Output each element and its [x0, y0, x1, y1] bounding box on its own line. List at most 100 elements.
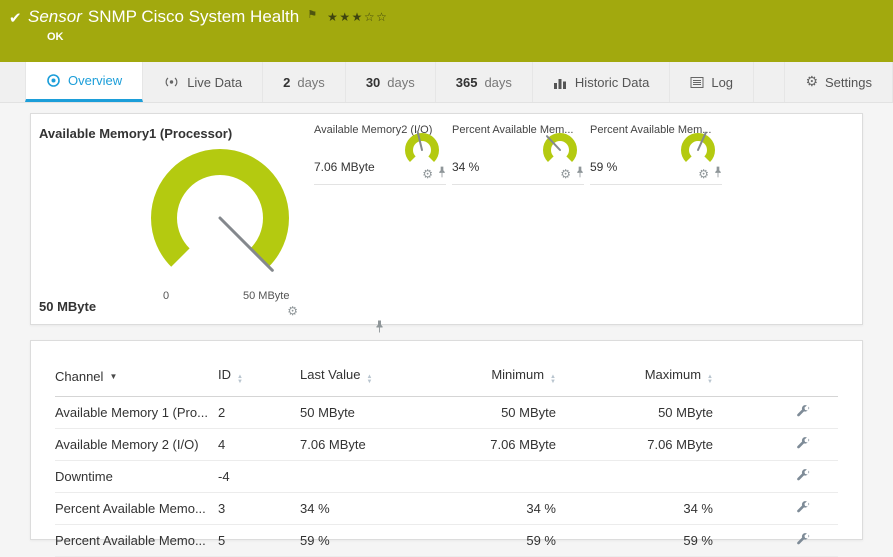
main-gauge-dial	[125, 138, 315, 288]
gauge-scale-min: 0	[163, 290, 169, 302]
gauge-available-memory2[interactable]: Available Memory2 (I/O) 7.06 MByte ⚙	[314, 124, 446, 185]
cell-maximum: 50 MByte	[556, 397, 713, 429]
gauge-value: 34 %	[452, 160, 479, 174]
tab-label: Overview	[68, 73, 122, 88]
cell-maximum: 34 %	[556, 493, 713, 525]
sensor-kind-label: Sensor	[28, 7, 82, 27]
status-badge: OK	[47, 31, 64, 43]
tab-log[interactable]: Log	[670, 62, 754, 102]
cell-id: 5	[218, 525, 300, 557]
table-row[interactable]: Percent Available Memo... 3 34 % 34 % 34…	[55, 493, 838, 525]
channel-settings-icon[interactable]	[796, 436, 810, 453]
gauge-value: 59 %	[590, 160, 617, 174]
page-title: SNMP Cisco System Health	[88, 7, 299, 27]
cell-id: -4	[218, 461, 300, 493]
small-gauge-dial	[400, 130, 444, 170]
cell-channel: Downtime	[55, 461, 218, 493]
channel-settings-icon[interactable]	[796, 500, 810, 517]
col-minimum[interactable]: Minimum▲▼	[430, 359, 556, 397]
gauge-settings-gear-icon[interactable]: ⚙	[698, 167, 709, 181]
small-gauge-dial	[676, 130, 720, 170]
pin-icon[interactable]	[714, 165, 722, 183]
cell-minimum	[430, 461, 556, 493]
gauge-percent-available-memory-2[interactable]: Percent Available Mem... 59 % ⚙	[590, 124, 722, 185]
priority-flag-icon[interactable]: ⚑	[307, 8, 317, 21]
channel-settings-icon[interactable]	[796, 468, 810, 485]
tab-overview[interactable]: Overview	[25, 62, 143, 102]
gauge-settings-gear-icon[interactable]: ⚙	[422, 167, 433, 181]
tab-label: days	[297, 75, 324, 90]
sort-icon: ▲▼	[550, 375, 556, 385]
col-channel[interactable]: Channel▼	[55, 359, 218, 397]
gauges-panel: Available Memory1 (Processor) 0 50 MByte…	[30, 113, 863, 325]
cell-id: 2	[218, 397, 300, 429]
cell-minimum: 50 MByte	[430, 397, 556, 429]
overview-icon	[46, 73, 61, 88]
pin-icon[interactable]	[438, 165, 446, 183]
log-icon	[690, 76, 704, 89]
cell-last-value: 34 %	[300, 493, 430, 525]
sort-icon: ▲▼	[366, 375, 372, 385]
tab-label: Historic Data	[575, 75, 649, 90]
tab-30-days[interactable]: 30 days	[346, 62, 436, 102]
cell-channel: Available Memory 2 (I/O)	[55, 429, 218, 461]
gauge-value: 7.06 MByte	[314, 160, 375, 174]
table-row[interactable]: Downtime -4	[55, 461, 838, 493]
cell-last-value	[300, 461, 430, 493]
tab-label: days	[484, 75, 511, 90]
cell-id: 4	[218, 429, 300, 461]
channels-table: Channel▼ ID▲▼ Last Value▲▼ Minimum▲▼ Max…	[55, 359, 838, 557]
priority-stars[interactable]: ★★★☆☆	[327, 10, 388, 24]
gear-icon: ⚙	[805, 74, 818, 90]
tab-2-days[interactable]: 2 days	[263, 62, 346, 102]
cell-maximum: 59 %	[556, 525, 713, 557]
cell-minimum: 7.06 MByte	[430, 429, 556, 461]
gauge-scale-max: 50 MByte	[243, 290, 289, 302]
col-id[interactable]: ID▲▼	[218, 359, 300, 397]
tab-historic-data[interactable]: Historic Data	[533, 62, 670, 102]
tab-live-data[interactable]: Live Data	[143, 62, 263, 102]
col-last-value[interactable]: Last Value▲▼	[300, 359, 430, 397]
table-header-row: Channel▼ ID▲▼ Last Value▲▼ Minimum▲▼ Max…	[55, 359, 838, 397]
cell-maximum	[556, 461, 713, 493]
status-ok-check-icon: ✔	[9, 9, 22, 27]
table-row[interactable]: Available Memory 2 (I/O) 4 7.06 MByte 7.…	[55, 429, 838, 461]
tab-label: days	[387, 75, 414, 90]
cell-maximum: 7.06 MByte	[556, 429, 713, 461]
gauge-settings-gear-icon[interactable]: ⚙	[287, 304, 298, 318]
live-data-icon	[163, 75, 180, 89]
cell-last-value: 7.06 MByte	[300, 429, 430, 461]
table-row[interactable]: Percent Available Memo... 5 59 % 59 % 59…	[55, 525, 838, 557]
tab-label: Log	[711, 75, 733, 90]
tab-day-count: 2	[283, 75, 290, 90]
cell-minimum: 34 %	[430, 493, 556, 525]
gauge-value: 50 MByte	[39, 299, 96, 314]
channel-settings-icon[interactable]	[796, 404, 810, 421]
cell-minimum: 59 %	[430, 525, 556, 557]
channels-panel: Channel▼ ID▲▼ Last Value▲▼ Minimum▲▼ Max…	[30, 340, 863, 540]
gauge-percent-available-memory-1[interactable]: Percent Available Mem... 34 % ⚙	[452, 124, 584, 185]
cell-channel: Available Memory 1 (Pro...	[55, 397, 218, 429]
tab-label: Settings	[825, 75, 872, 90]
gauge-settings-gear-icon[interactable]: ⚙	[560, 167, 571, 181]
sort-desc-icon: ▼	[109, 372, 117, 381]
pin-icon[interactable]	[576, 165, 584, 183]
sort-icon: ▲▼	[237, 375, 243, 385]
tab-day-count: 365	[456, 75, 478, 90]
gauge-available-memory1[interactable]: Available Memory1 (Processor) 0 50 MByte…	[37, 122, 327, 318]
sort-icon: ▲▼	[707, 375, 713, 385]
small-gauge-dial	[538, 130, 582, 170]
bar-chart-icon	[553, 76, 568, 89]
main-gauge-arc	[164, 162, 276, 258]
cell-last-value: 50 MByte	[300, 397, 430, 429]
cell-channel: Percent Available Memo...	[55, 493, 218, 525]
tab-label: Live Data	[187, 75, 242, 90]
col-actions	[713, 359, 838, 397]
tab-day-count: 30	[366, 75, 380, 90]
tab-365-days[interactable]: 365 days	[436, 62, 533, 102]
col-maximum[interactable]: Maximum▲▼	[556, 359, 713, 397]
table-row[interactable]: Available Memory 1 (Pro... 2 50 MByte 50…	[55, 397, 838, 429]
cell-channel: Percent Available Memo...	[55, 525, 218, 557]
tab-settings[interactable]: ⚙ Settings	[784, 62, 893, 102]
cell-last-value: 59 %	[300, 525, 430, 557]
